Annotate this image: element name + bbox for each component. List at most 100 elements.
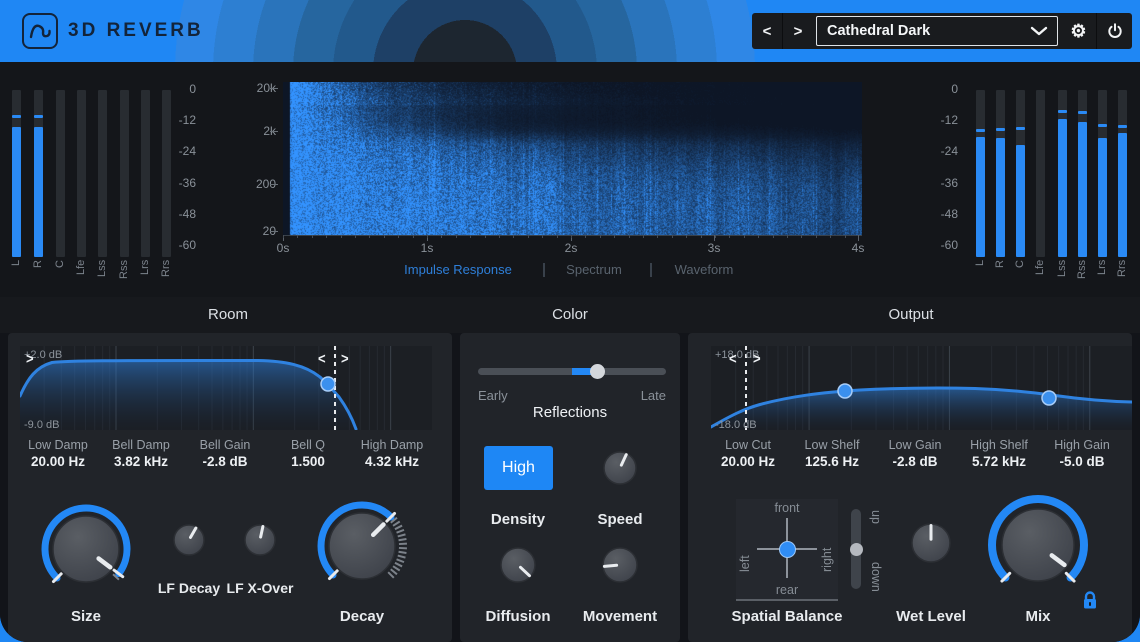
meter-fill-right-Lrs [1098, 138, 1107, 257]
tab-waveform[interactable]: Waveform [664, 262, 744, 277]
freq-tick-dash [270, 184, 278, 185]
preset-prev-button[interactable]: < [752, 13, 782, 49]
tab-impulse-response[interactable]: Impulse Response [398, 262, 518, 277]
meter-track-left-Lss [98, 90, 107, 257]
power-icon[interactable] [1097, 13, 1132, 49]
diffusion-knob[interactable] [495, 542, 541, 588]
preset-name: Cathedral Dark [827, 23, 930, 39]
lf-decay-knob[interactable] [168, 519, 210, 561]
tab-divider [543, 263, 545, 277]
meter-track-right-Lfe [1036, 90, 1045, 257]
meter-peak-left-L [12, 115, 21, 118]
chevron-down-icon [1030, 26, 1048, 36]
tab-spectrum[interactable]: Spectrum [554, 262, 634, 277]
gear-icon[interactable]: ⚙ [1061, 13, 1096, 49]
preset-next-button[interactable]: > [783, 13, 813, 49]
logo [22, 13, 58, 49]
eq-node[interactable] [321, 377, 335, 391]
time-tick-minor [542, 235, 543, 238]
meter-peak-right-Lss [1058, 110, 1067, 113]
time-tick-minor [398, 235, 399, 238]
output-eq-min-label: -18.0 dB [715, 419, 757, 431]
time-tick-1s: 1s [412, 241, 442, 255]
time-tick-minor [312, 235, 313, 238]
room-highdamp-handle-right-icon[interactable]: > [341, 350, 349, 367]
spatial-balance-handle[interactable] [779, 541, 796, 558]
output-eq-display[interactable] [711, 346, 1132, 430]
meter-scale-left--24: -24 [162, 144, 196, 158]
room-eq-min-label: -9.0 dB [24, 419, 59, 431]
pad-front-label: front [747, 501, 827, 515]
preset-selector[interactable]: Cathedral Dark [816, 16, 1058, 46]
lf-xover-knob[interactable] [239, 519, 281, 561]
freq-tick-dash [270, 88, 278, 89]
size-knob-label: Size [16, 608, 156, 625]
channel-label-left-Lfe: Lfe [75, 260, 89, 296]
meter-scale-left--60: -60 [162, 238, 196, 252]
meter-fill-right-L [976, 137, 985, 257]
reflections-min-label: Early [478, 388, 508, 403]
output-param-value-4[interactable]: -5.0 dB [1027, 454, 1137, 469]
room-param-name-4: High Damp [337, 438, 447, 452]
impulse-response-spectrogram [283, 82, 862, 235]
meter-track-left-C [56, 90, 65, 257]
time-tick-minor [513, 235, 514, 238]
speed-knob[interactable] [598, 446, 642, 490]
time-tick-minor [614, 235, 615, 238]
channel-label-right-Lss: Lss [1056, 260, 1070, 296]
meter-peak-right-L [976, 129, 985, 132]
decay-knob[interactable] [311, 495, 413, 597]
app-title: 3D REVERB [68, 20, 204, 42]
time-tick-3s: 3s [699, 241, 729, 255]
meter-peak-right-R [996, 128, 1005, 131]
channel-label-right-Rss: Rss [1076, 260, 1090, 296]
output-lowcut-handle-left-icon[interactable]: < [729, 350, 737, 367]
speed-knob-label: Speed [550, 511, 690, 528]
movement-knob[interactable] [597, 542, 643, 588]
channel-label-right-C: C [1014, 260, 1028, 296]
meter-scale-left-0: 0 [162, 82, 196, 96]
meter-scale-right--24: -24 [924, 144, 958, 158]
meter-fill-right-Rrs [1118, 133, 1127, 257]
meter-scale-right--36: -36 [924, 176, 958, 190]
time-tick-minor [816, 235, 817, 238]
time-tick-minor [355, 235, 356, 238]
time-tick-minor [369, 235, 370, 238]
room-section-title: Room [148, 306, 308, 323]
time-tick-minor [326, 235, 327, 238]
time-tick-minor [787, 235, 788, 238]
meter-peak-right-Rss [1078, 111, 1087, 114]
time-tick-0s: 0s [268, 241, 298, 255]
room-highdamp-handle-left-icon[interactable]: < [318, 350, 326, 367]
meter-scale-right--48: -48 [924, 207, 958, 221]
elevation-slider-thumb[interactable] [850, 543, 863, 556]
wet-level-knob[interactable] [906, 518, 956, 568]
meter-track-left-Lrs [141, 90, 150, 257]
decay-knob-label: Decay [292, 608, 432, 625]
time-tick-minor [557, 235, 558, 238]
channel-label-left-L: L [10, 260, 24, 296]
eq-node[interactable] [838, 384, 852, 398]
density-high-button[interactable]: High [484, 446, 553, 490]
time-tick-minor [571, 235, 572, 238]
color-section-title: Color [490, 306, 650, 323]
room-damping-eq-display[interactable] [20, 346, 432, 430]
room-lowdamp-handle-icon[interactable]: > [26, 350, 34, 367]
meter-fill-left-L [12, 127, 21, 257]
pad-left-label: left [738, 528, 752, 572]
freq-tick-dash [270, 131, 278, 132]
mix-knob[interactable] [982, 489, 1094, 601]
meter-track-left-Lfe [77, 90, 86, 257]
time-tick-minor [585, 235, 586, 238]
meter-fill-right-R [996, 138, 1005, 257]
time-tick-minor [283, 235, 284, 238]
room-param-value-4[interactable]: 4.32 kHz [337, 454, 447, 469]
time-tick-2s: 2s [556, 241, 586, 255]
time-tick-minor [485, 235, 486, 238]
time-tick-minor [441, 235, 442, 238]
eq-node[interactable] [1042, 391, 1056, 405]
meter-peak-right-C [1016, 127, 1025, 130]
output-lowcut-handle-right-icon[interactable]: > [753, 350, 761, 367]
channel-label-left-C: C [54, 260, 68, 296]
reflections-max-label: Late [606, 388, 666, 403]
